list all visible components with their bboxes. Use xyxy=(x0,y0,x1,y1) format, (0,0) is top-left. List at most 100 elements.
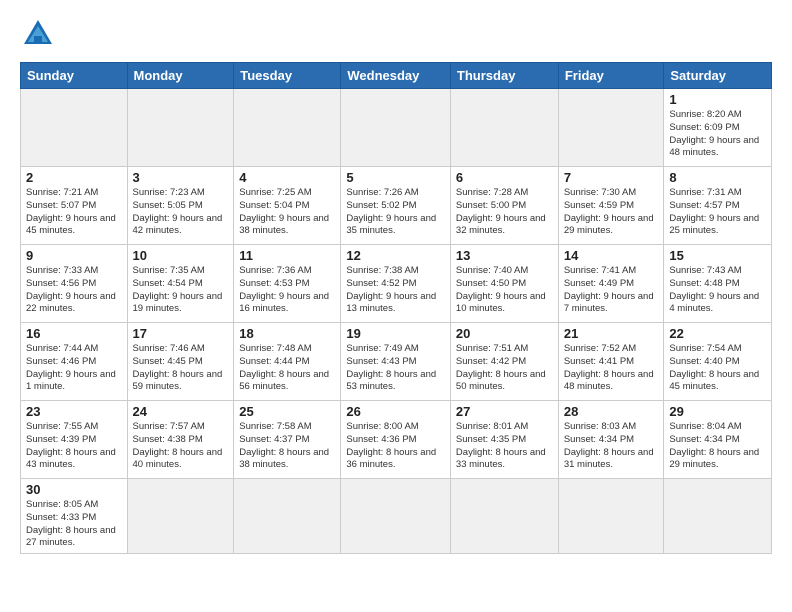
day-number: 6 xyxy=(456,170,553,185)
calendar-cell: 9Sunrise: 7:33 AM Sunset: 4:56 PM Daylig… xyxy=(21,245,128,323)
day-number: 29 xyxy=(669,404,766,419)
calendar-week-5: 30 Sunrise: 8:05 AM Sunset: 4:33 PM Dayli… xyxy=(21,479,772,554)
day-number: 19 xyxy=(346,326,445,341)
day-info: Sunrise: 7:33 AM Sunset: 4:56 PM Dayligh… xyxy=(26,265,122,316)
day-info: Sunrise: 7:46 AM Sunset: 4:45 PM Dayligh… xyxy=(133,343,229,394)
calendar-cell: 30 Sunrise: 8:05 AM Sunset: 4:33 PM Dayli… xyxy=(21,479,128,554)
calendar-cell: 17Sunrise: 7:46 AM Sunset: 4:45 PM Dayli… xyxy=(127,323,234,401)
day-number: 25 xyxy=(239,404,335,419)
day-number: 7 xyxy=(564,170,659,185)
calendar-cell: 26 Sunrise: 8:00 AM Sunset: 4:36 PM Dayli… xyxy=(341,401,451,479)
day-info: Sunrise: 7:54 AM Sunset: 4:40 PM Dayligh… xyxy=(669,343,766,394)
day-info: Sunrise: 7:21 AM Sunset: 5:07 PM Dayligh… xyxy=(26,187,122,238)
day-info: Sunrise: 7:43 AM Sunset: 4:48 PM Dayligh… xyxy=(669,265,766,316)
day-info: Sunrise: 8:20 AM Sunset: 6:09 PM Dayligh… xyxy=(669,109,766,160)
day-number: 23 xyxy=(26,404,122,419)
calendar-week-0: 1 Sunrise: 8:20 AM Sunset: 6:09 PM Daylig… xyxy=(21,89,772,167)
calendar-week-4: 23 Sunrise: 7:55 AM Sunset: 4:39 PM Dayli… xyxy=(21,401,772,479)
day-number: 30 xyxy=(26,482,122,497)
day-info: Sunrise: 7:49 AM Sunset: 4:43 PM Dayligh… xyxy=(346,343,445,394)
calendar-cell: 16 Sunrise: 7:44 AM Sunset: 4:46 PM Dayli… xyxy=(21,323,128,401)
day-number: 2 xyxy=(26,170,122,185)
day-number: 27 xyxy=(456,404,553,419)
calendar-cell: 14Sunrise: 7:41 AM Sunset: 4:49 PM Dayli… xyxy=(558,245,664,323)
calendar-cell xyxy=(664,479,772,554)
day-info: Sunrise: 7:38 AM Sunset: 4:52 PM Dayligh… xyxy=(346,265,445,316)
day-number: 5 xyxy=(346,170,445,185)
day-number: 20 xyxy=(456,326,553,341)
day-info: Sunrise: 7:55 AM Sunset: 4:39 PM Dayligh… xyxy=(26,421,122,472)
day-info: Sunrise: 7:26 AM Sunset: 5:02 PM Dayligh… xyxy=(346,187,445,238)
calendar-cell: 5 Sunrise: 7:26 AM Sunset: 5:02 PM Daylig… xyxy=(341,167,451,245)
day-info: Sunrise: 8:00 AM Sunset: 4:36 PM Dayligh… xyxy=(346,421,445,472)
calendar-table: SundayMondayTuesdayWednesdayThursdayFrid… xyxy=(20,62,772,554)
day-number: 26 xyxy=(346,404,445,419)
day-info: Sunrise: 7:23 AM Sunset: 5:05 PM Dayligh… xyxy=(133,187,229,238)
calendar-cell: 12 Sunrise: 7:38 AM Sunset: 4:52 PM Dayli… xyxy=(341,245,451,323)
calendar-cell: 24 Sunrise: 7:57 AM Sunset: 4:38 PM Dayli… xyxy=(127,401,234,479)
calendar-cell: 3Sunrise: 7:23 AM Sunset: 5:05 PM Daylig… xyxy=(127,167,234,245)
calendar-cell xyxy=(127,89,234,167)
calendar-cell: 6 Sunrise: 7:28 AM Sunset: 5:00 PM Daylig… xyxy=(450,167,558,245)
day-info: Sunrise: 7:57 AM Sunset: 4:38 PM Dayligh… xyxy=(133,421,229,472)
calendar-cell xyxy=(450,479,558,554)
day-header-friday: Friday xyxy=(558,63,664,89)
calendar-cell: 28 Sunrise: 8:03 AM Sunset: 4:34 PM Dayli… xyxy=(558,401,664,479)
day-number: 15 xyxy=(669,248,766,263)
day-info: Sunrise: 7:48 AM Sunset: 4:44 PM Dayligh… xyxy=(239,343,335,394)
day-header-thursday: Thursday xyxy=(450,63,558,89)
day-info: Sunrise: 7:30 AM Sunset: 4:59 PM Dayligh… xyxy=(564,187,659,238)
calendar-cell: 8Sunrise: 7:31 AM Sunset: 4:57 PM Daylig… xyxy=(664,167,772,245)
day-number: 22 xyxy=(669,326,766,341)
calendar-cell: 4Sunrise: 7:25 AM Sunset: 5:04 PM Daylig… xyxy=(234,167,341,245)
day-number: 21 xyxy=(564,326,659,341)
calendar-cell: 15 Sunrise: 7:43 AM Sunset: 4:48 PM Dayli… xyxy=(664,245,772,323)
calendar-cell: 7 Sunrise: 7:30 AM Sunset: 4:59 PM Daylig… xyxy=(558,167,664,245)
day-info: Sunrise: 7:51 AM Sunset: 4:42 PM Dayligh… xyxy=(456,343,553,394)
calendar-cell: 1 Sunrise: 8:20 AM Sunset: 6:09 PM Daylig… xyxy=(664,89,772,167)
calendar-cell: 13Sunrise: 7:40 AM Sunset: 4:50 PM Dayli… xyxy=(450,245,558,323)
day-info: Sunrise: 8:03 AM Sunset: 4:34 PM Dayligh… xyxy=(564,421,659,472)
calendar-cell: 27 Sunrise: 8:01 AM Sunset: 4:35 PM Dayli… xyxy=(450,401,558,479)
day-info: Sunrise: 7:28 AM Sunset: 5:00 PM Dayligh… xyxy=(456,187,553,238)
day-number: 28 xyxy=(564,404,659,419)
day-header-monday: Monday xyxy=(127,63,234,89)
logo xyxy=(20,16,60,52)
day-info: Sunrise: 7:31 AM Sunset: 4:57 PM Dayligh… xyxy=(669,187,766,238)
day-header-saturday: Saturday xyxy=(664,63,772,89)
calendar-cell xyxy=(450,89,558,167)
day-number: 12 xyxy=(346,248,445,263)
day-info: Sunrise: 7:35 AM Sunset: 4:54 PM Dayligh… xyxy=(133,265,229,316)
day-header-tuesday: Tuesday xyxy=(234,63,341,89)
calendar-week-2: 9Sunrise: 7:33 AM Sunset: 4:56 PM Daylig… xyxy=(21,245,772,323)
calendar-cell: 19 Sunrise: 7:49 AM Sunset: 4:43 PM Dayli… xyxy=(341,323,451,401)
day-header-sunday: Sunday xyxy=(21,63,128,89)
calendar-week-1: 2 Sunrise: 7:21 AM Sunset: 5:07 PM Daylig… xyxy=(21,167,772,245)
day-number: 16 xyxy=(26,326,122,341)
calendar-cell xyxy=(21,89,128,167)
calendar-cell xyxy=(234,479,341,554)
logo-icon xyxy=(20,16,56,52)
day-info: Sunrise: 7:44 AM Sunset: 4:46 PM Dayligh… xyxy=(26,343,122,394)
day-number: 13 xyxy=(456,248,553,263)
calendar-cell xyxy=(127,479,234,554)
calendar-cell xyxy=(558,89,664,167)
day-number: 24 xyxy=(133,404,229,419)
day-info: Sunrise: 8:05 AM Sunset: 4:33 PM Dayligh… xyxy=(26,499,122,550)
day-number: 18 xyxy=(239,326,335,341)
day-info: Sunrise: 7:25 AM Sunset: 5:04 PM Dayligh… xyxy=(239,187,335,238)
calendar-cell: 10Sunrise: 7:35 AM Sunset: 4:54 PM Dayli… xyxy=(127,245,234,323)
day-info: Sunrise: 7:52 AM Sunset: 4:41 PM Dayligh… xyxy=(564,343,659,394)
day-info: Sunrise: 8:01 AM Sunset: 4:35 PM Dayligh… xyxy=(456,421,553,472)
calendar-cell: 20 Sunrise: 7:51 AM Sunset: 4:42 PM Dayli… xyxy=(450,323,558,401)
day-header-wednesday: Wednesday xyxy=(341,63,451,89)
page: SundayMondayTuesdayWednesdayThursdayFrid… xyxy=(0,0,792,564)
calendar-cell xyxy=(558,479,664,554)
day-number: 11 xyxy=(239,248,335,263)
calendar-cell: 2 Sunrise: 7:21 AM Sunset: 5:07 PM Daylig… xyxy=(21,167,128,245)
calendar-cell xyxy=(234,89,341,167)
calendar-cell: 21 Sunrise: 7:52 AM Sunset: 4:41 PM Dayli… xyxy=(558,323,664,401)
day-number: 1 xyxy=(669,92,766,107)
calendar-cell: 23 Sunrise: 7:55 AM Sunset: 4:39 PM Dayli… xyxy=(21,401,128,479)
day-number: 14 xyxy=(564,248,659,263)
